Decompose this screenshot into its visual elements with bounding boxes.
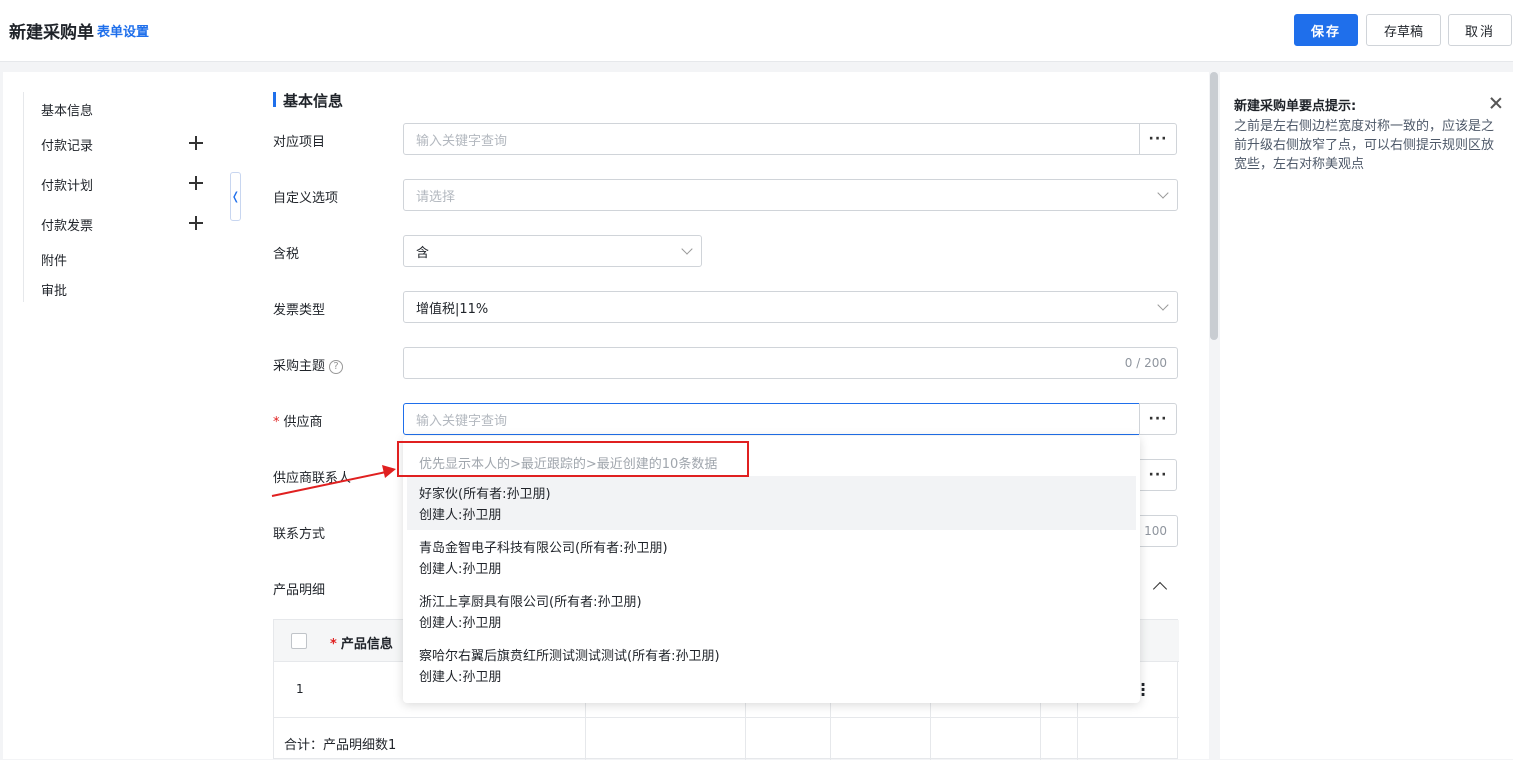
chevron-up-icon[interactable]	[1152, 581, 1168, 597]
form-settings-link[interactable]: 表单设置	[97, 21, 149, 40]
project-input[interactable]: 输入关键字查询	[403, 123, 1140, 155]
supplier-input[interactable]: 输入关键字查询	[403, 403, 1140, 435]
help-icon[interactable]: ?	[329, 359, 344, 374]
nav-item-basic-info[interactable]: 基本信息	[41, 100, 93, 119]
nav-item-payment-plan[interactable]: 付款计划	[41, 175, 93, 194]
custom-option-select[interactable]: 请选择	[403, 179, 1178, 211]
table-total: 合计：产品明细数1	[284, 738, 397, 753]
project-more-button[interactable]: ···	[1139, 123, 1177, 155]
list-item[interactable]: 好家伙(所有者:孙卫朋) 创建人:孙卫朋	[407, 476, 1136, 530]
nav-item-approval[interactable]: 审批	[41, 280, 67, 299]
cancel-button[interactable]: 取消	[1448, 14, 1512, 46]
invoice-type-select[interactable]: 增值税|11%	[403, 291, 1178, 323]
chevron-down-icon	[1157, 187, 1169, 199]
contact-method-label: 联系方式	[273, 527, 326, 542]
subject-input[interactable]: 0 / 200	[403, 347, 1178, 379]
add-payment-invoice-icon[interactable]	[189, 216, 203, 230]
project-label: 对应项目	[273, 135, 326, 150]
top-bar: 新建采购单 表单设置 保存 存草稿 取消	[0, 0, 1513, 62]
select-all-checkbox[interactable]	[291, 633, 307, 649]
main-scrollbar[interactable]	[1210, 72, 1218, 340]
custom-option-label: 自定义选项	[273, 191, 339, 206]
tax-select[interactable]: 含	[403, 235, 702, 267]
supplier-more-button[interactable]: ···	[1139, 403, 1177, 435]
chevron-down-icon	[1157, 299, 1169, 311]
supplier-label: * 供应商	[273, 415, 323, 430]
left-anchor-nav: 基本信息 付款记录 付款计划 付款发票 附件 审批	[3, 72, 241, 759]
tips-panel: 新建采购单要点提示: 之前是左右侧边栏宽度对称一致的，应该是之前升级右侧放窄了点…	[1220, 72, 1513, 759]
list-item[interactable]: 察哈尔右翼后旗贲红所测试测试测试(所有者:孙卫朋) 创建人:孙卫朋	[407, 638, 1136, 692]
save-button[interactable]: 保存	[1294, 14, 1358, 46]
nav-divider	[23, 92, 24, 302]
nav-item-payment-records[interactable]: 付款记录	[41, 135, 93, 154]
annotation-highlight-box	[397, 441, 749, 477]
tips-text: 之前是左右侧边栏宽度对称一致的，应该是之前升级右侧放窄了点，可以右侧提示规则区放…	[1234, 119, 1495, 172]
product-info-header: * 产品信息	[330, 637, 393, 652]
chevron-down-icon	[681, 243, 693, 255]
tax-label: 含税	[273, 247, 300, 262]
section-title: 基本信息	[273, 90, 343, 111]
add-payment-record-icon[interactable]	[189, 136, 203, 150]
contact-method-counter: 100	[1144, 524, 1167, 538]
subject-counter: 0 / 200	[1124, 356, 1167, 370]
invoice-type-label: 发票类型	[273, 303, 326, 318]
subject-label: 采购主题?	[273, 355, 344, 374]
tips-title: 新建采购单要点提示:	[1234, 99, 1357, 114]
sidebar-collapse-handle[interactable]: ❬	[230, 172, 241, 221]
chevron-left-icon: ❬	[230, 190, 241, 203]
close-icon[interactable]	[1489, 96, 1503, 110]
row-index: 1	[296, 682, 304, 696]
add-payment-plan-icon[interactable]	[189, 176, 203, 190]
product-detail-label: 产品明细	[273, 583, 326, 598]
save-draft-button[interactable]: 存草稿	[1366, 14, 1441, 46]
nav-item-attachments[interactable]: 附件	[41, 250, 67, 269]
more-vertical-icon[interactable]: · · ·	[1140, 677, 1146, 703]
page-title: 新建采购单	[9, 23, 94, 43]
nav-item-payment-invoice[interactable]: 付款发票	[41, 215, 93, 234]
list-item[interactable]: 青岛金智电子科技有限公司(所有者:孙卫朋) 创建人:孙卫朋	[407, 530, 1136, 584]
supplier-contact-label: 供应商联系人	[273, 471, 352, 486]
list-item[interactable]: 浙江上享厨具有限公司(所有者:孙卫朋) 创建人:孙卫朋	[407, 584, 1136, 638]
contact-more-button[interactable]: ···	[1139, 459, 1177, 491]
